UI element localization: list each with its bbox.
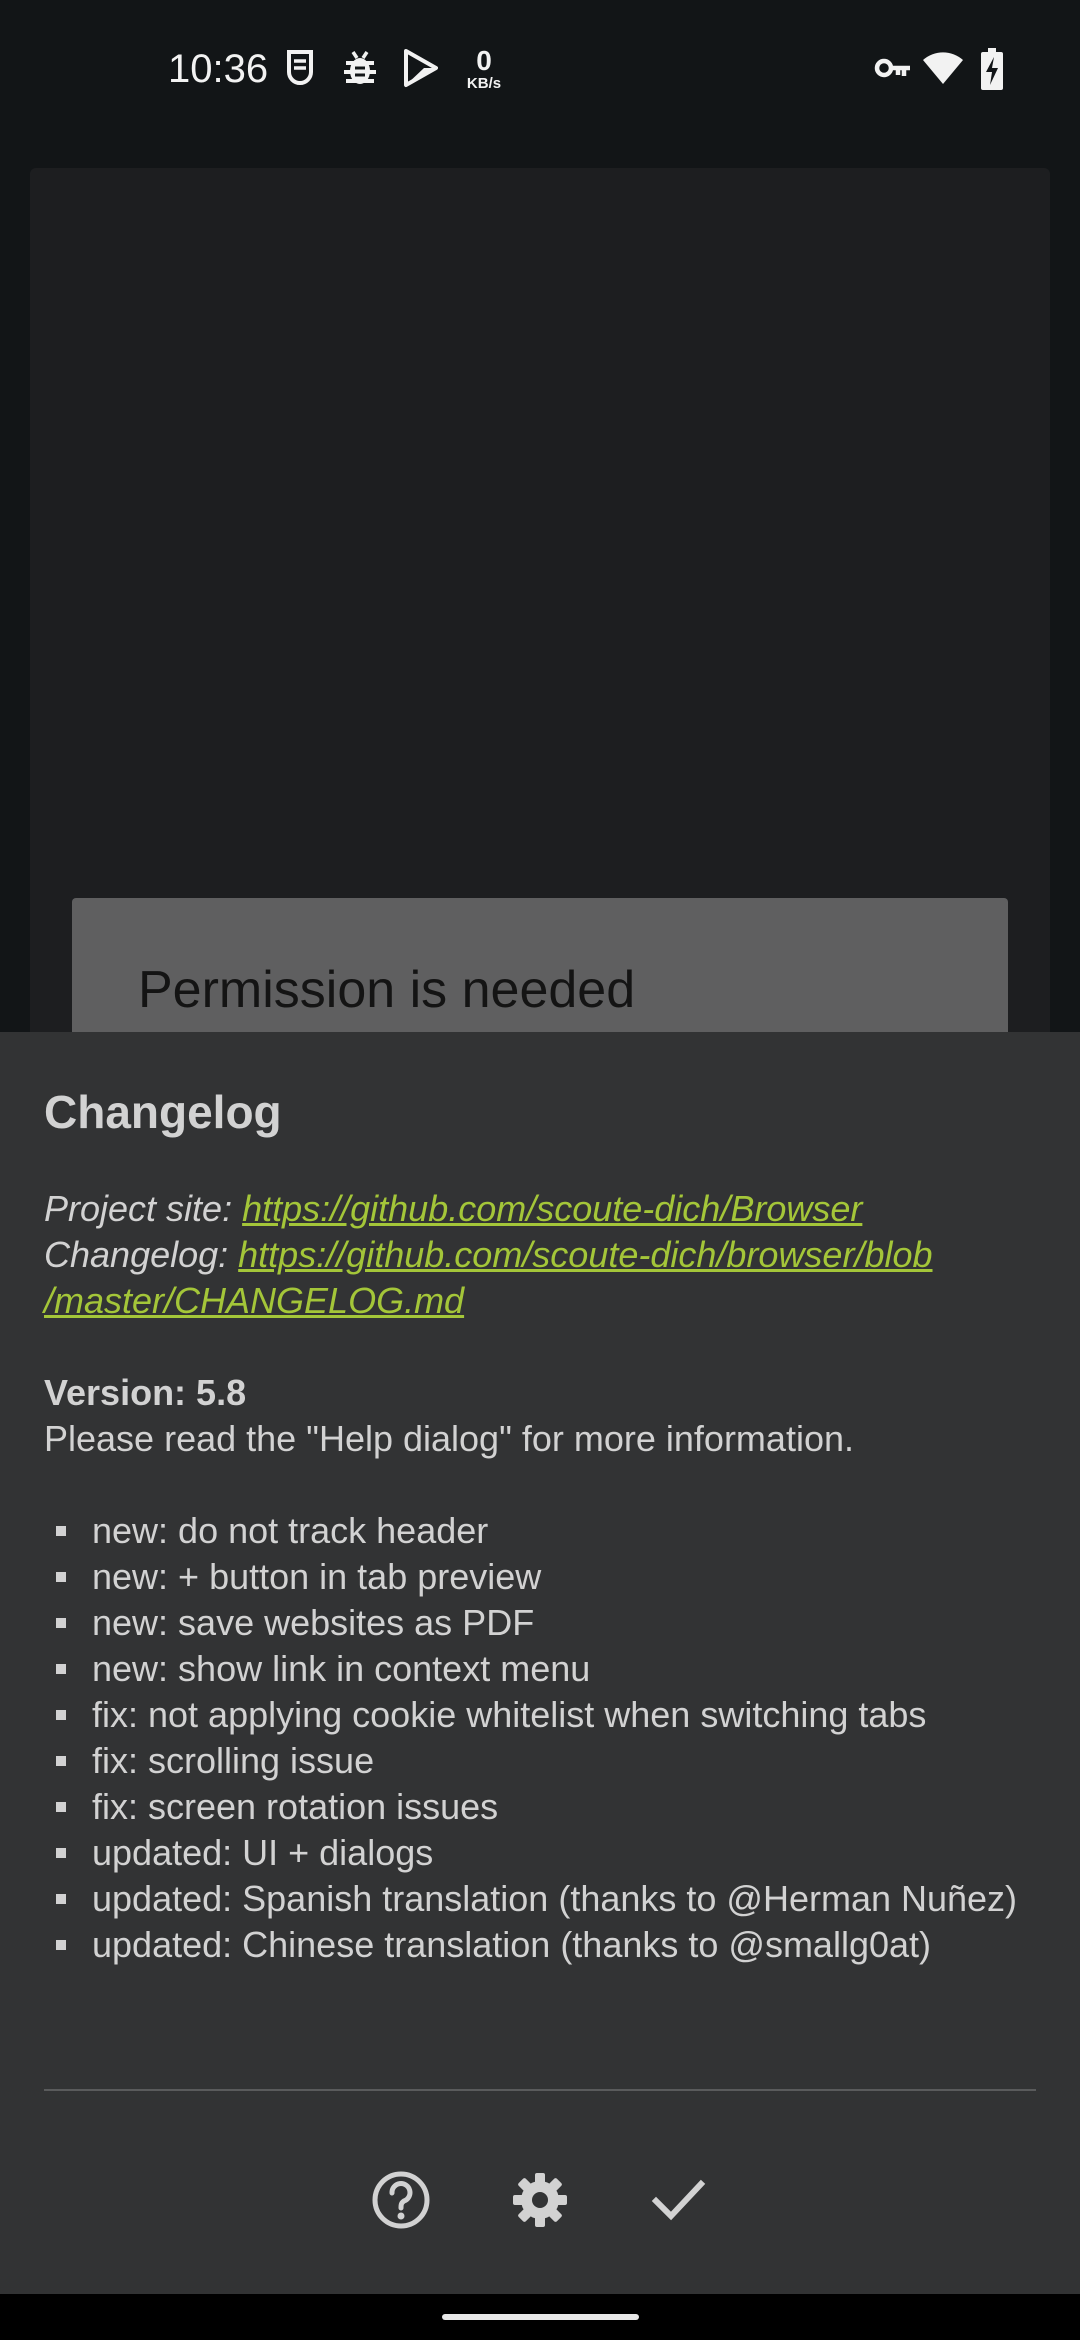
settings-button[interactable] — [500, 2160, 580, 2240]
divider — [44, 2089, 1036, 2091]
list-item: new: save websites as PDF — [44, 1600, 1054, 1646]
vpn-key-icon — [874, 56, 912, 85]
permission-dialog-title: Permission is needed — [138, 961, 636, 1019]
changelog-link-line-2: /master/CHANGELOG.md — [44, 1278, 1054, 1324]
bullet-icon — [56, 1664, 66, 1674]
change-text: updated: UI + dialogs — [92, 1832, 434, 1873]
list-item: fix: screen rotation issues — [44, 1784, 1054, 1830]
bug-icon — [342, 48, 378, 93]
network-speed-unit: KB/s — [466, 75, 502, 92]
check-icon — [651, 2179, 706, 2221]
changelog-sheet: Changelog Project site: https://github.c… — [0, 1032, 1080, 2294]
help-note: Please read the "Help dialog" for more i… — [44, 1418, 854, 1459]
changelog-title: Changelog — [44, 1086, 282, 1138]
version-label: Version: 5.8 — [44, 1372, 247, 1413]
change-text: updated: Spanish translation (thanks to … — [92, 1878, 1018, 1919]
bullet-icon — [56, 1802, 66, 1812]
help-button[interactable] — [361, 2160, 441, 2240]
change-text: new: + button in tab preview — [92, 1556, 542, 1597]
list-item: fix: not applying cookie whitelist when … — [44, 1692, 1054, 1738]
settings-icon — [513, 2173, 567, 2227]
network-speed-value: 0 — [476, 45, 492, 76]
change-text: updated: Chinese translation (thanks to … — [92, 1924, 932, 1965]
list-item: updated: UI + dialogs — [44, 1830, 1054, 1876]
changelog-link-label: Changelog: — [44, 1234, 239, 1275]
status-time: 10:36 — [168, 47, 269, 91]
list-item: new: do not track header — [44, 1508, 1054, 1554]
bullet-icon — [56, 1848, 66, 1858]
help-icon — [372, 2171, 430, 2229]
battery-charging-icon — [980, 48, 1004, 95]
bullet-icon — [56, 1894, 66, 1904]
bullet-icon — [56, 1756, 66, 1766]
wifi-icon — [922, 50, 964, 91]
bullet-icon — [56, 1572, 66, 1582]
home-gesture-handle[interactable] — [442, 2314, 639, 2320]
changelog-link[interactable]: https://github.com/scoute-dich/browser/b… — [238, 1234, 932, 1275]
bullet-icon — [56, 1526, 66, 1536]
change-text: new: do not track header — [92, 1510, 489, 1551]
changelog-body: Project site: https://github.com/scoute-… — [44, 1186, 1054, 1968]
navigation-bar — [0, 2294, 1080, 2340]
list-item: fix: scrolling issue — [44, 1738, 1054, 1784]
change-text: new: save websites as PDF — [92, 1602, 535, 1643]
list-item: updated: Spanish translation (thanks to … — [44, 1876, 1054, 1922]
list-item: new: + button in tab preview — [44, 1554, 1054, 1600]
project-site-link[interactable]: https://github.com/scoute-dich/Browser — [242, 1188, 862, 1229]
status-bar: 10:36 0 KB/s — [0, 0, 1080, 140]
change-text: fix: scrolling issue — [92, 1740, 375, 1781]
network-speed: 0 KB/s — [462, 46, 506, 92]
confirm-button[interactable] — [638, 2160, 718, 2240]
change-text: fix: not applying cookie whitelist when … — [92, 1694, 927, 1735]
change-text: new: show link in context menu — [92, 1648, 591, 1689]
changes-list: new: do not track header new: + button i… — [44, 1508, 1054, 1968]
project-site-label: Project site: — [44, 1188, 243, 1229]
list-item: new: show link in context menu — [44, 1646, 1054, 1692]
bullet-icon — [56, 1618, 66, 1628]
notification-icon — [284, 48, 316, 93]
change-text: fix: screen rotation issues — [92, 1786, 499, 1827]
bullet-icon — [56, 1710, 66, 1720]
list-item: updated: Chinese translation (thanks to … — [44, 1922, 1054, 1968]
changelog-link-continued[interactable]: /master/CHANGELOG.md — [44, 1280, 464, 1321]
changelog-link-line: Changelog: https://github.com/scoute-dic… — [44, 1232, 1054, 1278]
play-store-icon — [402, 48, 438, 93]
bullet-icon — [56, 1940, 66, 1950]
project-site-line: Project site: https://github.com/scoute-… — [44, 1186, 1054, 1232]
